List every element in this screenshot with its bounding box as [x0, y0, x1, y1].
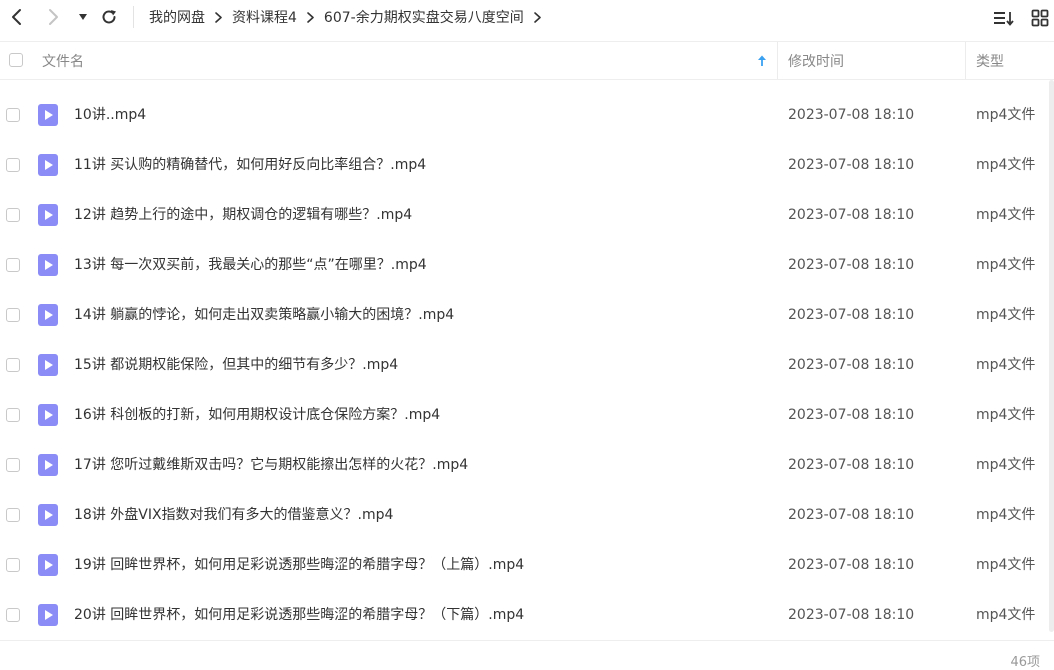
file-type: mp4文件 — [976, 507, 1036, 523]
refresh-icon — [102, 10, 116, 24]
file-type: mp4文件 — [976, 207, 1036, 223]
file-type: mp4文件 — [976, 457, 1036, 473]
video-file-icon — [38, 204, 58, 226]
file-name: 15讲 都说期权能保险，但其中的细节有多少？.mp4 — [74, 357, 399, 373]
table-row[interactable]: 17讲 您听过戴维斯双击吗？它与期权能擦出怎样的火花？.mp4 2023-07-… — [0, 440, 1054, 490]
column-header-name[interactable]: 文件名 — [42, 42, 84, 79]
table-row[interactable]: 15讲 都说期权能保险，但其中的细节有多少？.mp4 2023-07-08 18… — [0, 340, 1054, 390]
video-file-icon — [38, 504, 58, 526]
file-modified-time: 2023-07-08 18:10 — [788, 407, 915, 423]
table-row[interactable]: 13讲 每一次双买前，我最关心的那些“点”在哪里？.mp4 2023-07-08… — [0, 240, 1054, 290]
row-checkbox[interactable] — [6, 458, 20, 472]
chevron-left-icon — [12, 9, 21, 25]
arrow-up-icon — [758, 55, 766, 66]
file-type: mp4文件 — [976, 607, 1036, 623]
table-row[interactable]: 12讲 趋势上行的途中，期权调仓的逻辑有哪些？.mp4 2023-07-08 1… — [0, 190, 1054, 240]
table-row[interactable]: 18讲 外盘VIX指数对我们有多大的借鉴意义？.mp4 2023-07-08 1… — [0, 490, 1054, 540]
file-modified-time: 2023-07-08 18:10 — [788, 607, 915, 623]
video-file-icon — [38, 304, 58, 326]
sort-button[interactable] — [993, 7, 1015, 29]
file-modified-time: 2023-07-08 18:10 — [788, 257, 915, 273]
file-type: mp4文件 — [976, 557, 1036, 573]
caret-down-icon — [79, 14, 87, 20]
toolbar-divider — [133, 6, 134, 28]
file-modified-time: 2023-07-08 18:10 — [788, 157, 915, 173]
select-all-checkbox[interactable] — [9, 53, 23, 67]
file-name: 20讲 回眸世界杯，如何用足彩说透那些晦涩的希腊字母？（下篇）.mp4 — [74, 607, 525, 623]
row-checkbox[interactable] — [6, 508, 20, 522]
status-bar: 46项 — [0, 640, 1054, 670]
file-name: 18讲 外盘VIX指数对我们有多大的借鉴意义？.mp4 — [74, 507, 394, 523]
breadcrumb-item-root[interactable]: 我的网盘 — [149, 7, 205, 27]
video-file-icon — [38, 354, 58, 376]
chevron-right-icon[interactable] — [533, 11, 541, 23]
file-type: mp4文件 — [976, 157, 1036, 173]
file-name: 14讲 躺赢的悖论，如何走出双卖策略赢小输大的困境？.mp4 — [74, 307, 455, 323]
breadcrumb: 我的网盘 资料课程4 607-余力期权实盘交易八度空间 — [149, 0, 551, 34]
table-header: 文件名 修改时间 类型 — [0, 41, 1054, 80]
sort-ascending-indicator[interactable] — [757, 42, 769, 79]
row-checkbox[interactable] — [6, 358, 20, 372]
row-checkbox[interactable] — [6, 608, 20, 622]
video-file-icon — [38, 254, 58, 276]
column-divider[interactable] — [777, 42, 778, 79]
row-checkbox[interactable] — [6, 158, 20, 172]
video-file-icon — [38, 104, 58, 126]
item-count: 46项 — [1010, 655, 1040, 670]
row-checkbox[interactable] — [6, 558, 20, 572]
sort-list-icon — [994, 12, 1014, 26]
file-type: mp4文件 — [976, 407, 1036, 423]
refresh-button[interactable] — [99, 4, 119, 30]
file-modified-time: 2023-07-08 18:10 — [788, 107, 915, 123]
top-toolbar: 我的网盘 资料课程4 607-余力期权实盘交易八度空间 — [0, 0, 1054, 34]
grid-view-button[interactable] — [1029, 7, 1051, 29]
column-header-modified[interactable]: 修改时间 — [788, 42, 844, 79]
file-name: 17讲 您听过戴维斯双击吗？它与期权能擦出怎样的火花？.mp4 — [74, 457, 469, 473]
history-dropdown-button[interactable] — [76, 4, 90, 30]
chevron-right-icon — [215, 11, 222, 23]
file-type: mp4文件 — [976, 257, 1036, 273]
video-file-icon — [38, 604, 58, 626]
chevron-right-icon — [49, 9, 58, 25]
file-modified-time: 2023-07-08 18:10 — [788, 357, 915, 373]
file-name: 13讲 每一次双买前，我最关心的那些“点”在哪里？.mp4 — [74, 257, 427, 273]
table-row[interactable]: 10讲..mp4 2023-07-08 18:10 mp4文件 — [0, 90, 1054, 140]
file-modified-time: 2023-07-08 18:10 — [788, 557, 915, 573]
table-row[interactable]: 16讲 科创板的打新，如何用期权设计底仓保险方案？.mp4 2023-07-08… — [0, 390, 1054, 440]
file-type: mp4文件 — [976, 107, 1036, 123]
file-modified-time: 2023-07-08 18:10 — [788, 507, 915, 523]
row-checkbox[interactable] — [6, 308, 20, 322]
breadcrumb-item-course[interactable]: 资料课程4 — [232, 7, 297, 27]
file-name: 10讲..mp4 — [74, 107, 147, 123]
video-file-icon — [38, 554, 58, 576]
table-row[interactable]: 19讲 回眸世界杯，如何用足彩说透那些晦涩的希腊字母？（上篇）.mp4 2023… — [0, 540, 1054, 590]
chevron-right-icon — [307, 11, 314, 23]
column-divider[interactable] — [965, 42, 966, 79]
file-name: 11讲 买认购的精确替代，如何用好反向比率组合？.mp4 — [74, 157, 427, 173]
file-modified-time: 2023-07-08 18:10 — [788, 207, 915, 223]
row-checkbox[interactable] — [6, 108, 20, 122]
video-file-icon — [38, 454, 58, 476]
table-row[interactable]: 20讲 回眸世界杯，如何用足彩说透那些晦涩的希腊字母？（下篇）.mp4 2023… — [0, 590, 1054, 640]
row-checkbox[interactable] — [6, 208, 20, 222]
forward-button[interactable] — [44, 4, 64, 30]
back-button[interactable] — [6, 4, 26, 30]
file-type: mp4文件 — [976, 307, 1036, 323]
row-checkbox[interactable] — [6, 408, 20, 422]
video-file-icon — [38, 154, 58, 176]
file-name: 16讲 科创板的打新，如何用期权设计底仓保险方案？.mp4 — [74, 407, 441, 423]
video-file-icon — [38, 404, 58, 426]
file-modified-time: 2023-07-08 18:10 — [788, 307, 915, 323]
table-row[interactable]: 11讲 买认购的精确替代，如何用好反向比率组合？.mp4 2023-07-08 … — [0, 140, 1054, 190]
grid-view-icon — [1031, 9, 1049, 27]
file-modified-time: 2023-07-08 18:10 — [788, 457, 915, 473]
breadcrumb-item-current-folder[interactable]: 607-余力期权实盘交易八度空间 — [324, 7, 524, 27]
column-header-type[interactable]: 类型 — [976, 42, 1004, 79]
row-checkbox[interactable] — [6, 258, 20, 272]
table-row[interactable]: 14讲 躺赢的悖论，如何走出双卖策略赢小输大的困境？.mp4 2023-07-0… — [0, 290, 1054, 340]
file-type: mp4文件 — [976, 357, 1036, 373]
file-name: 19讲 回眸世界杯，如何用足彩说透那些晦涩的希腊字母？（上篇）.mp4 — [74, 557, 525, 573]
vertical-scrollbar[interactable] — [1049, 80, 1054, 632]
file-name: 12讲 趋势上行的途中，期权调仓的逻辑有哪些？.mp4 — [74, 207, 413, 223]
